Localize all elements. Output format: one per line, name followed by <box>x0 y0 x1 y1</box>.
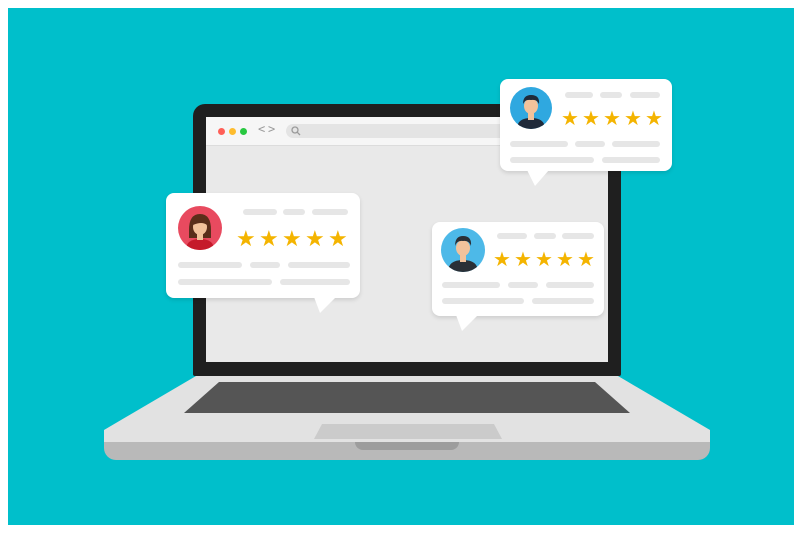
star-icon: ★ <box>577 247 595 271</box>
trackpad <box>314 424 502 439</box>
star-icon: ★ <box>603 106 621 130</box>
star-icon: ★ <box>561 106 579 130</box>
window-minimize-dot[interactable] <box>229 128 236 135</box>
star-icon: ★ <box>514 247 532 271</box>
star-icon: ★ <box>624 106 642 130</box>
star-icon: ★ <box>535 247 553 271</box>
avatar-man <box>510 87 552 129</box>
star-icon: ★ <box>305 227 325 252</box>
avatar-man <box>441 228 485 272</box>
keyboard <box>184 382 630 413</box>
window-maximize-dot[interactable] <box>240 128 247 135</box>
forward-icon[interactable]: > <box>268 122 275 136</box>
laptop-notch <box>355 442 459 450</box>
laptop-base <box>104 376 710 442</box>
window-close-dot[interactable] <box>218 128 225 135</box>
star-icon: ★ <box>328 227 348 252</box>
star-icon: ★ <box>282 227 302 252</box>
star-icon: ★ <box>493 247 511 271</box>
star-icon: ★ <box>556 247 574 271</box>
star-icon: ★ <box>236 227 256 252</box>
avatar-woman <box>178 206 222 250</box>
back-icon[interactable]: < <box>258 122 265 136</box>
search-icon <box>291 126 301 136</box>
star-icon: ★ <box>582 106 600 130</box>
star-icon: ★ <box>645 106 663 130</box>
illustration: < > ★ ★ ★ ★ ★ ★ ★ ★ ★ ★ ★ ★ ★ ★ ★ <box>0 0 802 533</box>
star-icon: ★ <box>259 227 279 252</box>
